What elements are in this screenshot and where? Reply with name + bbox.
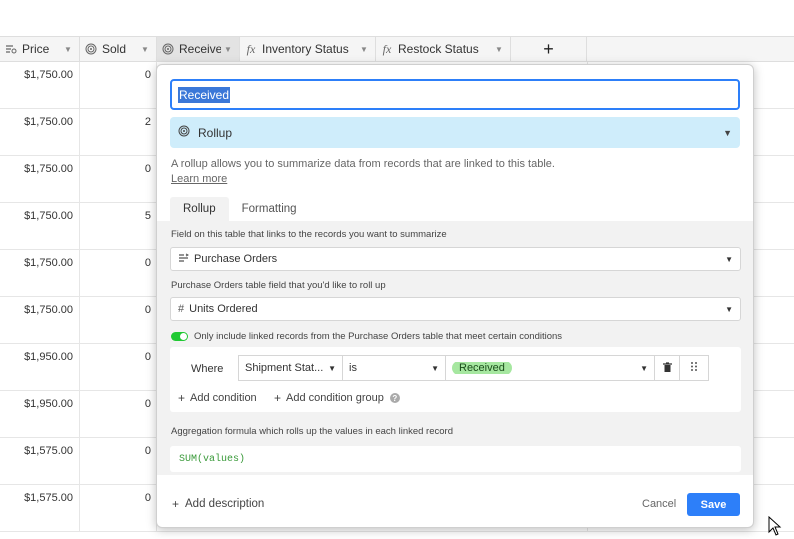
chevron-down-icon: ▼ [725, 304, 733, 314]
rollup-icon [84, 42, 98, 56]
rollup-field-select[interactable]: # Units Ordered ▼ [170, 297, 741, 321]
aggregation-label: Aggregation formula which rolls up the v… [171, 426, 453, 437]
column-header-received[interactable]: Received ▼ [157, 37, 240, 61]
price-cell[interactable]: $1,750.00 [0, 297, 80, 343]
chevron-down-icon: ▼ [328, 363, 336, 373]
aggregation-formula-input[interactable]: SUM(values) [170, 446, 741, 472]
price-cell[interactable]: $1,750.00 [0, 62, 80, 108]
conditions-box: Where Shipment Stat... ▼ is ▼ Received ▼ [170, 347, 741, 412]
tab-rollup[interactable]: Rollup [170, 197, 229, 221]
add-condition-button[interactable]: + Add condition [178, 391, 257, 405]
add-condition-group-label: Add condition group [286, 392, 384, 404]
link-field-select[interactable]: Purchase Orders ▼ [170, 247, 741, 271]
field-config-dialog: Received Rollup ▼ A rollup allows you to… [156, 64, 754, 528]
column-label: Restock Status [398, 42, 479, 56]
linked-record-icon [178, 253, 190, 266]
condition-operator-value: is [349, 362, 357, 374]
rollup-icon [178, 125, 190, 140]
condition-value-select[interactable]: Received ▼ [445, 355, 655, 381]
plus-icon: + [178, 391, 186, 405]
sold-cell[interactable]: 2 [80, 109, 157, 155]
link-field-label: Field on this table that links to the re… [171, 229, 447, 240]
chevron-down-icon[interactable]: ▼ [138, 45, 152, 54]
price-cell[interactable]: $1,750.00 [0, 109, 80, 155]
formula-icon: fx [246, 41, 256, 56]
chevron-down-icon[interactable]: ▼ [221, 45, 235, 54]
sold-cell[interactable]: 0 [80, 297, 157, 343]
trash-icon [662, 361, 672, 375]
formula-icon: fx [382, 41, 392, 56]
learn-more-link[interactable]: Learn more [171, 173, 227, 185]
save-button[interactable]: Save [687, 493, 740, 516]
tab-formatting[interactable]: Formatting [229, 197, 310, 221]
price-cell[interactable]: $1,575.00 [0, 438, 80, 484]
chevron-down-icon[interactable]: ▼ [61, 45, 75, 54]
description-text: A rollup allows you to summarize data fr… [171, 158, 555, 170]
rollup-panel: Field on this table that links to the re… [157, 221, 753, 475]
delete-condition-button[interactable] [654, 355, 680, 381]
chevron-down-icon: ▼ [725, 254, 733, 264]
conditions-toggle-row: Only include linked records from the Pur… [171, 331, 562, 342]
sold-cell[interactable]: 0 [80, 250, 157, 296]
condition-operator-select[interactable]: is ▼ [342, 355, 446, 381]
status-chip: Received [452, 362, 512, 374]
chevron-down-icon: ▼ [640, 363, 648, 373]
link-field-value: Purchase Orders [194, 253, 278, 265]
column-header-sold[interactable]: Sold ▼ [80, 37, 157, 61]
plus-icon: + [172, 497, 180, 511]
column-label: Inventory Status [262, 42, 349, 56]
condition-field-value: Shipment Stat... [245, 362, 324, 374]
rollup-icon [161, 42, 175, 56]
sold-cell[interactable]: 0 [80, 62, 157, 108]
column-header-inventory-status[interactable]: fx Inventory Status ▼ [240, 37, 376, 61]
column-header-price[interactable]: Price ▼ [0, 37, 80, 61]
field-name-input[interactable]: Received [170, 79, 740, 110]
price-cell[interactable]: $1,750.00 [0, 156, 80, 202]
conditions-toggle[interactable] [171, 332, 188, 341]
sold-cell[interactable]: 0 [80, 485, 157, 531]
chevron-down-icon[interactable]: ▼ [492, 45, 506, 54]
column-label: Price [22, 42, 50, 56]
column-label: Sold [102, 42, 127, 56]
field-type-select[interactable]: Rollup ▼ [170, 117, 740, 148]
plus-icon: + [274, 391, 282, 405]
sold-cell[interactable]: 5 [80, 203, 157, 249]
price-cell[interactable]: $1,575.00 [0, 485, 80, 531]
field-type-label: Rollup [198, 125, 233, 140]
add-field-button[interactable]: + [511, 37, 587, 61]
chevron-down-icon: ▼ [431, 363, 439, 373]
sold-cell[interactable]: 0 [80, 344, 157, 390]
drag-handle-icon [691, 362, 697, 374]
sold-cell[interactable]: 0 [80, 156, 157, 202]
where-label: Where [191, 363, 224, 375]
column-label: Received [179, 42, 221, 56]
rollup-field-value: Units Ordered [189, 303, 258, 315]
price-cell[interactable]: $1,750.00 [0, 203, 80, 249]
price-cell[interactable]: $1,950.00 [0, 391, 80, 437]
add-description-label: Add description [185, 498, 265, 510]
cancel-button[interactable]: Cancel [642, 498, 676, 510]
rollup-field-label: Purchase Orders table field that you'd l… [171, 280, 386, 291]
add-condition-group-button[interactable]: + Add condition group ? [274, 391, 400, 405]
price-cell[interactable]: $1,950.00 [0, 344, 80, 390]
drag-condition-handle[interactable] [679, 355, 709, 381]
chevron-down-icon: ▼ [723, 127, 732, 138]
price-cell[interactable]: $1,750.00 [0, 250, 80, 296]
add-description-button[interactable]: + Add description [172, 497, 264, 511]
sold-cell[interactable]: 0 [80, 391, 157, 437]
top-bar [0, 0, 794, 36]
conditions-toggle-label: Only include linked records from the Pur… [194, 331, 563, 342]
number-icon: # [178, 303, 185, 315]
column-header-restock-status[interactable]: fx Restock Status ▼ [376, 37, 511, 61]
field-name-text: Received [178, 86, 231, 103]
field-type-description: A rollup allows you to summarize data fr… [171, 157, 731, 187]
help-icon[interactable]: ? [389, 393, 400, 403]
currency-icon [4, 42, 18, 56]
chevron-down-icon[interactable]: ▼ [357, 45, 371, 54]
sold-cell[interactable]: 0 [80, 438, 157, 484]
config-tabs: Rollup Formatting [170, 197, 310, 221]
add-condition-label: Add condition [190, 392, 257, 404]
grid-header: Price ▼ Sold ▼ Received ▼ fx Inventory S… [0, 36, 794, 62]
condition-field-select[interactable]: Shipment Stat... ▼ [238, 355, 343, 381]
